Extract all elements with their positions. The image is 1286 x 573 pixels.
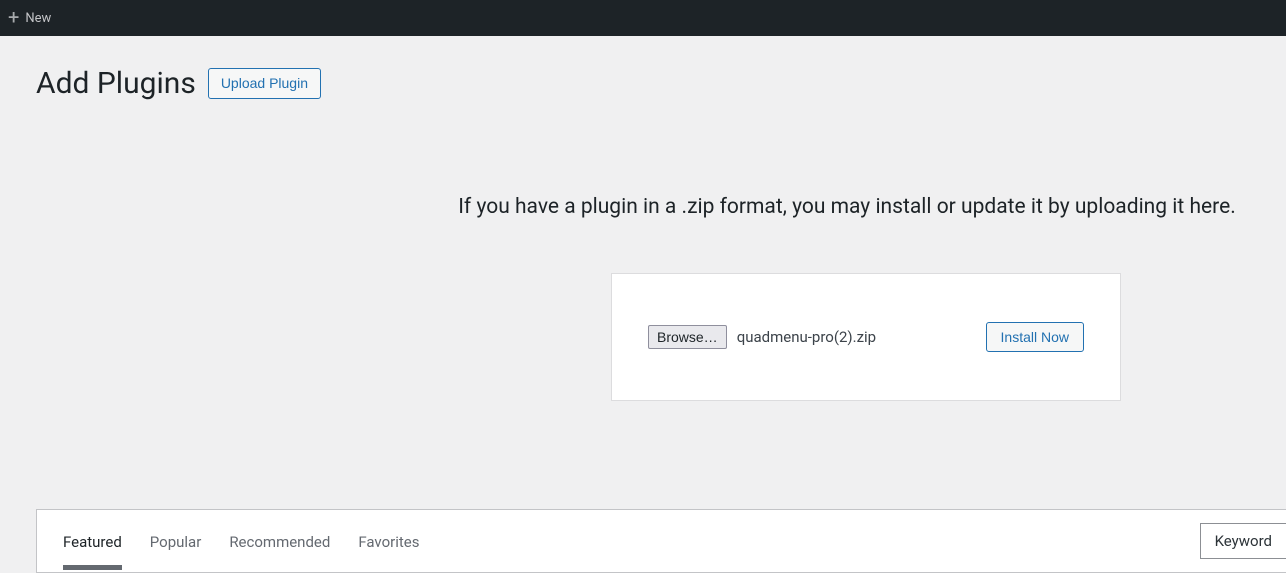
upload-form: Browse… quadmenu-pro(2).zip Install Now [611,273,1121,401]
filter-bar: Featured Popular Recommended Favorites K… [36,509,1286,573]
tab-recommended[interactable]: Recommended [229,513,330,569]
page-title: Add Plugins [36,64,196,103]
install-now-button[interactable]: Install Now [986,322,1084,352]
new-content-menu[interactable]: + New [8,9,51,27]
tab-favorites[interactable]: Favorites [358,513,419,569]
upload-plugin-button[interactable]: Upload Plugin [208,68,321,99]
new-label: New [25,11,51,26]
page-header: Add Plugins Upload Plugin [8,36,1286,103]
search-type-select[interactable]: Keyword [1200,523,1286,559]
selected-file-name: quadmenu-pro(2).zip [737,328,876,346]
tab-popular[interactable]: Popular [150,513,202,569]
filter-tabs: Featured Popular Recommended Favorites [37,513,419,569]
file-input-area: Browse… quadmenu-pro(2).zip [648,325,876,349]
content-area: Add Plugins Upload Plugin If you have a … [8,36,1286,573]
tab-featured[interactable]: Featured [63,513,122,569]
admin-bar: + New [0,0,1286,36]
upload-info-text: If you have a plugin in a .zip format, y… [408,195,1286,219]
browse-button[interactable]: Browse… [648,325,727,349]
plus-icon: + [8,7,19,27]
